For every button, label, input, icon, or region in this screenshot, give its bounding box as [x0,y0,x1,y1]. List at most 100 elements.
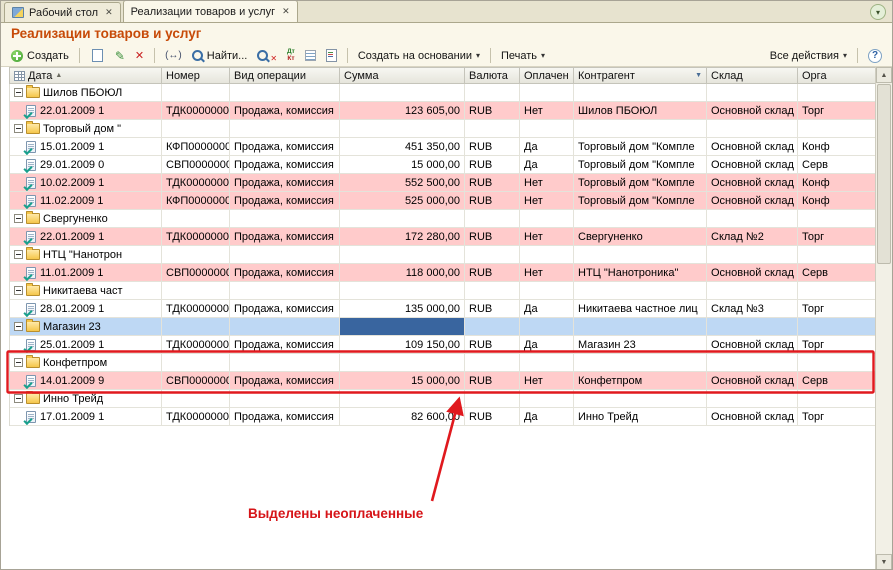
cell-paid[interactable]: Да [520,138,574,155]
cell[interactable] [162,120,230,137]
collapse-icon[interactable] [14,322,23,331]
cell-date[interactable]: 17.01.2009 1 [10,408,162,425]
cell[interactable] [798,390,878,407]
cell[interactable] [162,318,230,335]
group-row[interactable]: Никитаева част [10,282,878,300]
cell[interactable] [465,354,520,371]
cell-currency[interactable]: RUB [465,174,520,191]
cell-sum[interactable]: 172 280,00 [340,228,465,245]
cell-operation[interactable]: Продажа, комиссия [230,228,340,245]
cell-org[interactable]: Серв [798,372,878,389]
cell-currency[interactable]: RUB [465,300,520,317]
group-row[interactable]: Торговый дом " [10,120,878,138]
cell[interactable] [162,84,230,101]
group-row[interactable]: Инно Трейд [10,390,878,408]
cell[interactable] [162,282,230,299]
column-header-4[interactable]: Валюта [465,68,520,83]
cell[interactable] [520,246,574,263]
cell[interactable] [162,246,230,263]
cell[interactable] [340,120,465,137]
list-button[interactable] [301,48,320,63]
print-button[interactable]: Печать ▾ [497,48,549,64]
scroll-up-button[interactable]: ▲ [876,67,892,83]
cell-warehouse[interactable]: Основной склад [707,336,798,353]
cell[interactable] [798,84,878,101]
document-row[interactable]: 11.02.2009 1 КФП0000000 Продажа, комиссия 5… [10,192,878,210]
cell-org[interactable]: Серв [798,264,878,281]
cell-number[interactable]: ТДК0000000 [162,174,230,191]
scrollbar-thumb[interactable] [877,84,891,264]
cell-counterparty[interactable]: Свергуненко [574,228,707,245]
group-row[interactable]: НТЦ "Нанотрон [10,246,878,264]
cell-date[interactable]: 28.01.2009 1 [10,300,162,317]
cell-sum[interactable]: 525 000,00 [340,192,465,209]
open-windows-dropdown-button[interactable]: ▾ [870,4,886,20]
document-row[interactable]: 11.01.2009 1 СВП0000000 Продажа, комиссия 1… [10,264,878,282]
cell-date[interactable]: 11.02.2009 1 [10,192,162,209]
collapse-icon[interactable] [14,286,23,295]
cell[interactable] [465,246,520,263]
document-row[interactable]: 25.01.2009 1 ТДК0000000 Продажа, комиссия 1… [10,336,878,354]
cell-counterparty[interactable]: Шилов ПБОЮЛ [574,102,707,119]
cell-paid[interactable]: Нет [520,264,574,281]
cell[interactable] [520,354,574,371]
cell-date[interactable]: 15.01.2009 1 [10,138,162,155]
cell-operation[interactable]: Продажа, комиссия [230,372,340,389]
collapse-icon[interactable] [14,124,23,133]
cell-warehouse[interactable]: Склад №2 [707,228,798,245]
column-header-6[interactable]: Контрагент ▼ [574,68,707,83]
collapse-icon[interactable] [14,250,23,259]
vertical-scrollbar[interactable]: ▲ ▼ [875,67,892,569]
cell-number[interactable]: КФП0000000 [162,138,230,155]
cell[interactable] [707,84,798,101]
cell-warehouse[interactable]: Основной склад [707,174,798,191]
cell-sum[interactable]: 82 600,00 [340,408,465,425]
cell-paid[interactable]: Нет [520,192,574,209]
cell-org[interactable]: Торг [798,102,878,119]
cell[interactable] [340,246,465,263]
cell-date[interactable]: 11.01.2009 1 [10,264,162,281]
cell[interactable] [340,354,465,371]
find-button[interactable]: Найти... [188,48,252,64]
cell-sum[interactable]: 15 000,00 [340,156,465,173]
close-tab-icon[interactable]: ✕ [282,6,290,17]
cell-warehouse[interactable]: Основной склад [707,264,798,281]
cell-date[interactable]: 29.01.2009 0 [10,156,162,173]
cell[interactable] [465,282,520,299]
set-period-button[interactable]: (↔) [161,48,186,63]
cell[interactable] [340,210,465,227]
cell[interactable] [520,210,574,227]
cell[interactable] [707,318,798,335]
cell-paid[interactable]: Нет [520,174,574,191]
cell-org[interactable]: Конф [798,174,878,191]
cell-warehouse[interactable]: Склад №3 [707,300,798,317]
cell-sum[interactable]: 109 150,00 [340,336,465,353]
cell-currency[interactable]: RUB [465,336,520,353]
cell-paid[interactable]: Да [520,156,574,173]
cell-counterparty[interactable]: Торговый дом "Компле [574,138,707,155]
cell-org[interactable]: Конф [798,138,878,155]
cell[interactable] [707,120,798,137]
cell[interactable] [162,210,230,227]
cell-operation[interactable]: Продажа, комиссия [230,408,340,425]
cell-date[interactable]: 22.01.2009 1 [10,228,162,245]
cell-currency[interactable]: RUB [465,192,520,209]
column-header-1[interactable]: Номер [162,68,230,83]
cell-number[interactable]: СВП0000000 [162,264,230,281]
group-row[interactable]: Свергуненко [10,210,878,228]
group-row[interactable]: Конфетпром [10,354,878,372]
all-actions-button[interactable]: Все действия ▾ [766,48,851,64]
cell[interactable] [340,84,465,101]
cell[interactable] [707,354,798,371]
cell[interactable] [798,210,878,227]
cell[interactable] [340,390,465,407]
cell-number[interactable]: СВП0000000 [162,372,230,389]
cell[interactable] [230,318,340,335]
cell-number[interactable]: ТДК0000000 [162,408,230,425]
cell[interactable] [707,210,798,227]
cell-counterparty[interactable]: Конфетпром [574,372,707,389]
cell[interactable] [798,120,878,137]
cell[interactable] [707,246,798,263]
cell-operation[interactable]: Продажа, комиссия [230,264,340,281]
cell-warehouse[interactable]: Основной склад [707,138,798,155]
